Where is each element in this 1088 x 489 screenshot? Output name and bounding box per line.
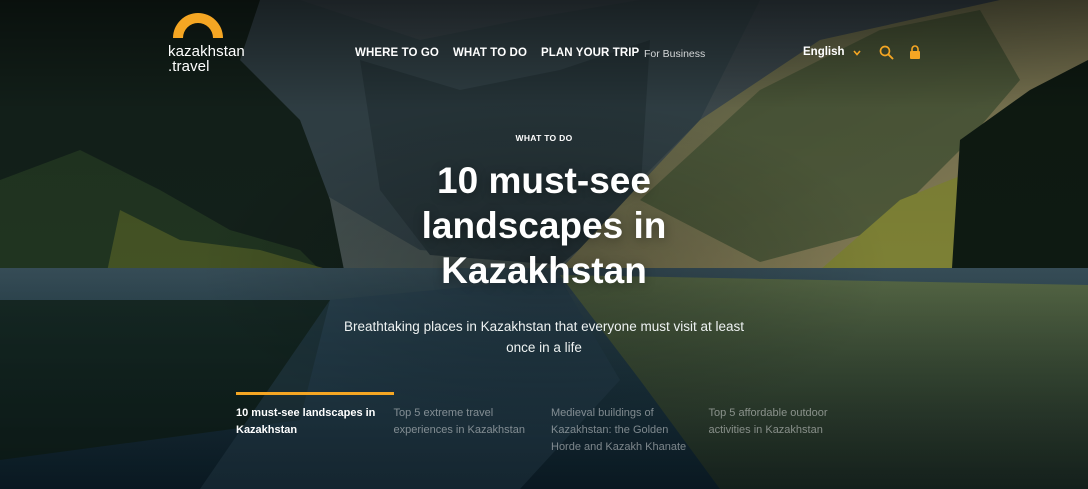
nav-where-to-go[interactable]: WHERE TO GO xyxy=(355,47,439,59)
search-icon[interactable] xyxy=(879,45,894,60)
site-logo[interactable]: kazakhstan .travel xyxy=(168,12,263,76)
logo-line-2: .travel xyxy=(168,58,210,75)
carousel-item-2[interactable]: Top 5 extreme travel experiences in Kaza… xyxy=(394,392,552,456)
hero-subtitle: Breathtaking places in Kazakhstan that e… xyxy=(344,319,744,355)
carousel-item-1[interactable]: 10 must-see landscapes in Kazakhstan xyxy=(236,392,394,456)
logo-line-1: kazakhstan xyxy=(168,43,245,60)
logo-wordmark: kazakhstan .travel xyxy=(168,44,245,74)
lock-icon[interactable] xyxy=(909,45,921,59)
nav-what-to-do[interactable]: WHAT TO DO xyxy=(453,47,527,59)
language-selector[interactable]: English xyxy=(803,46,861,58)
main-nav: WHERE TO GO WHAT TO DO PLAN YOUR TRIP xyxy=(355,47,653,59)
for-business-link[interactable]: For Business xyxy=(644,48,705,60)
article-carousel: 10 must-see landscapes in Kazakhstan Top… xyxy=(236,392,866,456)
sun-arc-icon xyxy=(173,13,223,38)
page-title: 10 must-see landscapes in Kazakhstan xyxy=(421,160,667,291)
chevron-down-icon xyxy=(852,48,861,58)
carousel-item-4[interactable]: Top 5 affordable outdoor activities in K… xyxy=(709,392,867,456)
language-label: English xyxy=(803,46,845,58)
nav-plan-your-trip[interactable]: PLAN YOUR TRIP xyxy=(541,47,639,59)
hero-category-label: WHAT TO DO xyxy=(515,133,573,143)
carousel-item-3[interactable]: Medieval buildings of Kazakhstan: the Go… xyxy=(551,392,709,456)
